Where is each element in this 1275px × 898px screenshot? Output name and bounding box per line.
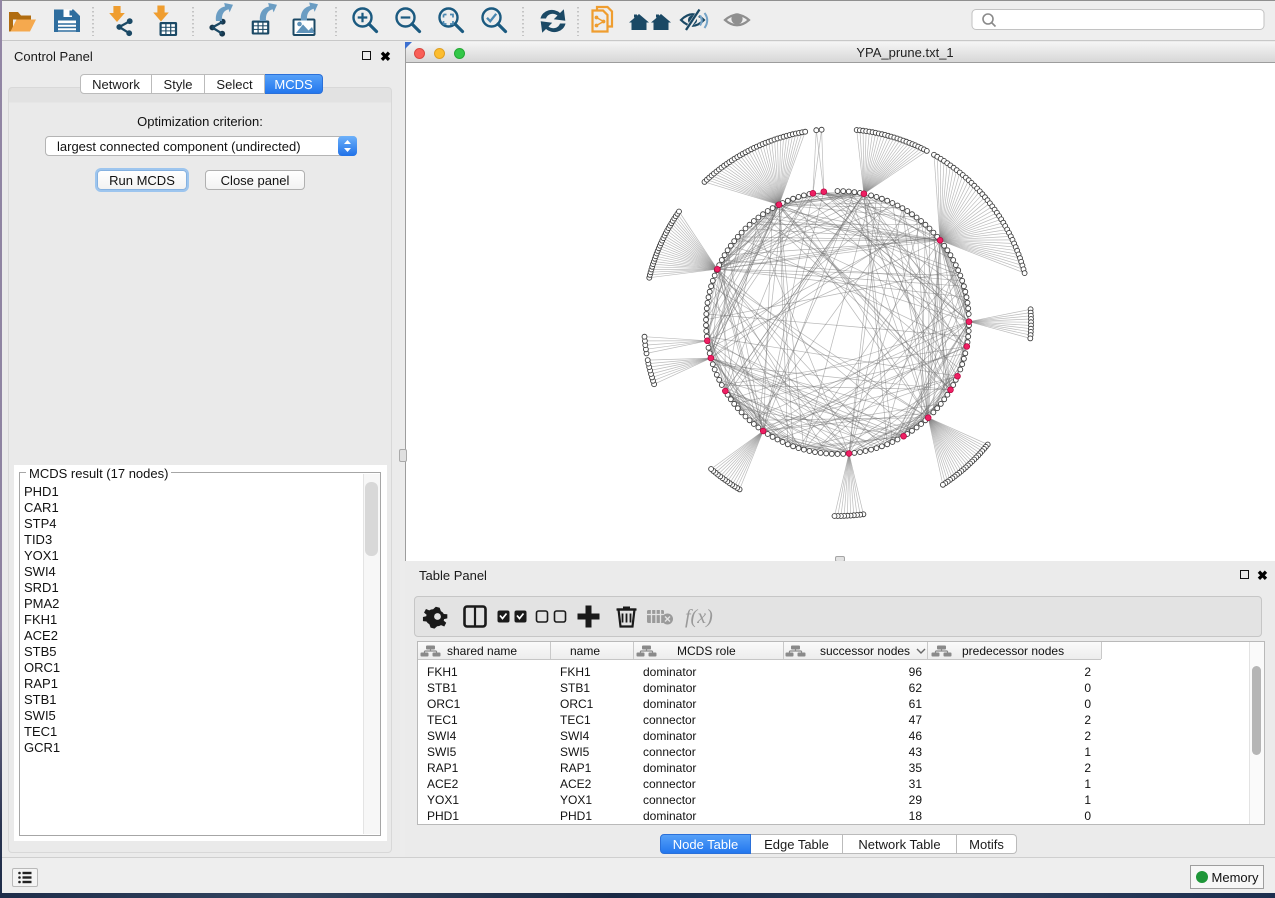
svg-text:successor nodes: successor nodes [820,644,910,658]
svg-text:f(x): f(x) [685,606,713,628]
svg-text:shared name: shared name [447,644,517,658]
svg-text:predecessor nodes: predecessor nodes [962,644,1064,658]
svg-text:MCDS role: MCDS role [677,644,736,658]
svg-text:name: name [570,644,600,658]
